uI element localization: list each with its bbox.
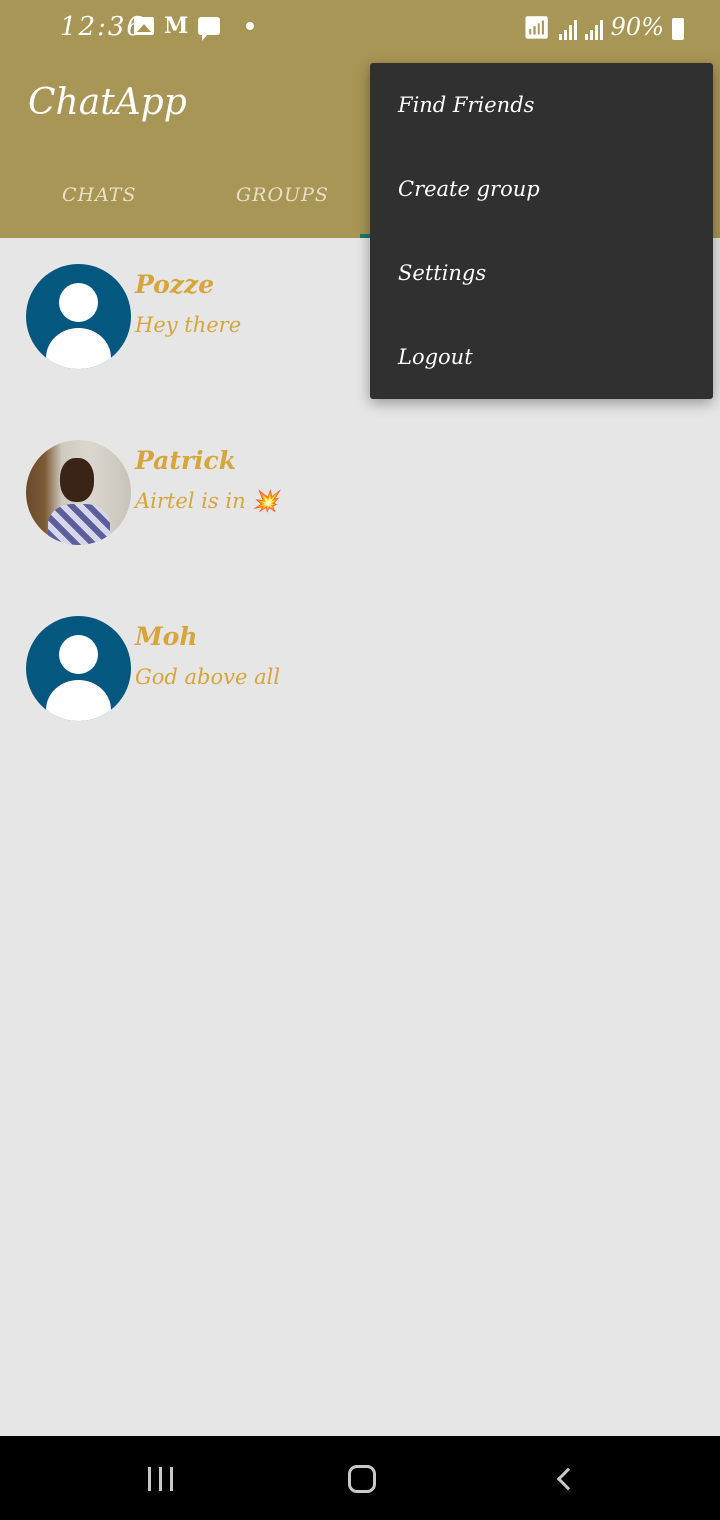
menu-item-logout[interactable]: Logout — [398, 345, 473, 369]
signal-icon — [584, 18, 603, 40]
chat-item-patrick[interactable]: Patrick Airtel is in 💥 — [0, 414, 720, 545]
wifi-icon: 📶︎ — [522, 16, 551, 41]
message-icon — [198, 17, 221, 41]
gmail-icon: M — [164, 13, 189, 39]
app-title: ChatApp — [28, 82, 187, 123]
notification-icons: M — [134, 13, 255, 41]
chat-name: Moh — [135, 622, 198, 651]
menu-item-settings[interactable]: Settings — [398, 261, 486, 285]
profile-photo — [26, 440, 131, 545]
chat-name: Pozze — [135, 270, 215, 299]
status-time: 12:36 — [60, 12, 145, 42]
chat-status: Airtel is in 💥 — [135, 489, 279, 513]
back-icon[interactable] — [556, 1467, 580, 1491]
home-icon[interactable] — [348, 1465, 376, 1493]
battery-icon — [672, 18, 684, 40]
system-icons: 📶︎ 90% — [522, 13, 684, 41]
default-avatar-icon — [26, 616, 131, 721]
chat-status: God above all — [135, 665, 281, 689]
chat-status: Hey there — [135, 313, 242, 337]
gallery-icon — [134, 17, 154, 35]
status-bar: 12:36 M 📶︎ 90% — [0, 0, 720, 58]
signal-icon — [558, 18, 577, 40]
overflow-menu: Find Friends Create group Settings Logou… — [370, 63, 713, 399]
menu-item-create-group[interactable]: Create group — [398, 177, 540, 201]
chat-name: Patrick — [135, 446, 237, 475]
chat-item-moh[interactable]: Moh God above all — [0, 590, 720, 721]
default-avatar-icon — [26, 264, 131, 369]
recents-icon[interactable] — [148, 1467, 173, 1491]
tab-chats[interactable]: CHATS — [62, 184, 136, 206]
system-nav-bar — [0, 1436, 720, 1520]
menu-item-find-friends[interactable]: Find Friends — [398, 93, 534, 117]
battery-level: 90% — [610, 13, 664, 41]
dot-icon — [246, 22, 255, 30]
tab-groups[interactable]: GROUPS — [236, 184, 329, 206]
